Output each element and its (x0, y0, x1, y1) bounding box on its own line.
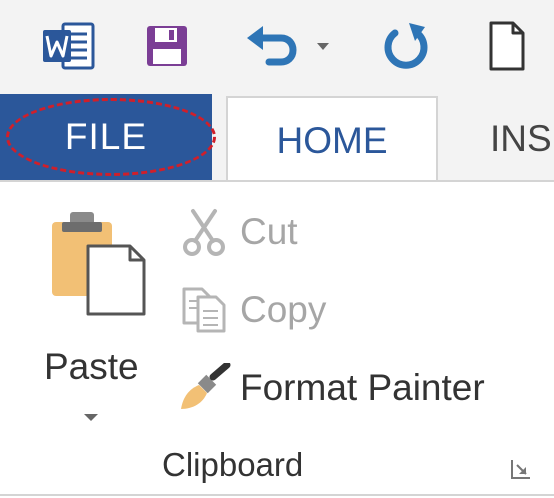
paste-icon (52, 212, 146, 316)
new-document-icon[interactable] (482, 20, 532, 72)
paste-label: Paste (44, 346, 139, 387)
dropdown-arrow-icon[interactable] (312, 20, 334, 72)
ribbon-home-panel: Paste Cut Copy Format Painter Clipboard (0, 182, 554, 498)
tab-file[interactable]: FILE (0, 94, 212, 180)
paintbrush-icon (176, 360, 232, 416)
tab-home[interactable]: HOME (226, 96, 438, 184)
format-painter-button[interactable]: Format Painter (176, 360, 485, 416)
copy-icon (176, 282, 232, 338)
quick-access-toolbar (0, 0, 554, 94)
paste-dropdown-arrow-icon[interactable] (84, 414, 98, 421)
redo-icon[interactable] (376, 20, 436, 72)
save-icon[interactable] (140, 20, 194, 72)
tab-insert[interactable]: INS (490, 118, 552, 160)
cut-label: Cut (240, 211, 298, 252)
copy-button[interactable]: Copy (176, 282, 326, 338)
undo-icon[interactable] (240, 20, 300, 72)
tab-home-label: HOME (276, 120, 388, 161)
tab-file-label: FILE (64, 116, 148, 157)
dialog-launcher-icon[interactable] (510, 458, 532, 480)
word-app-icon[interactable] (40, 20, 98, 72)
cut-button[interactable]: Cut (176, 204, 298, 260)
format-painter-label: Format Painter (240, 367, 485, 408)
clipboard-group-label: Clipboard (162, 446, 304, 483)
ribbon-bottom-border (0, 494, 554, 496)
copy-label: Copy (240, 289, 327, 330)
ribbon-tab-bar: FILE HOME INS (0, 94, 554, 184)
scissors-icon (176, 204, 232, 260)
paste-button[interactable]: Paste (38, 204, 158, 434)
